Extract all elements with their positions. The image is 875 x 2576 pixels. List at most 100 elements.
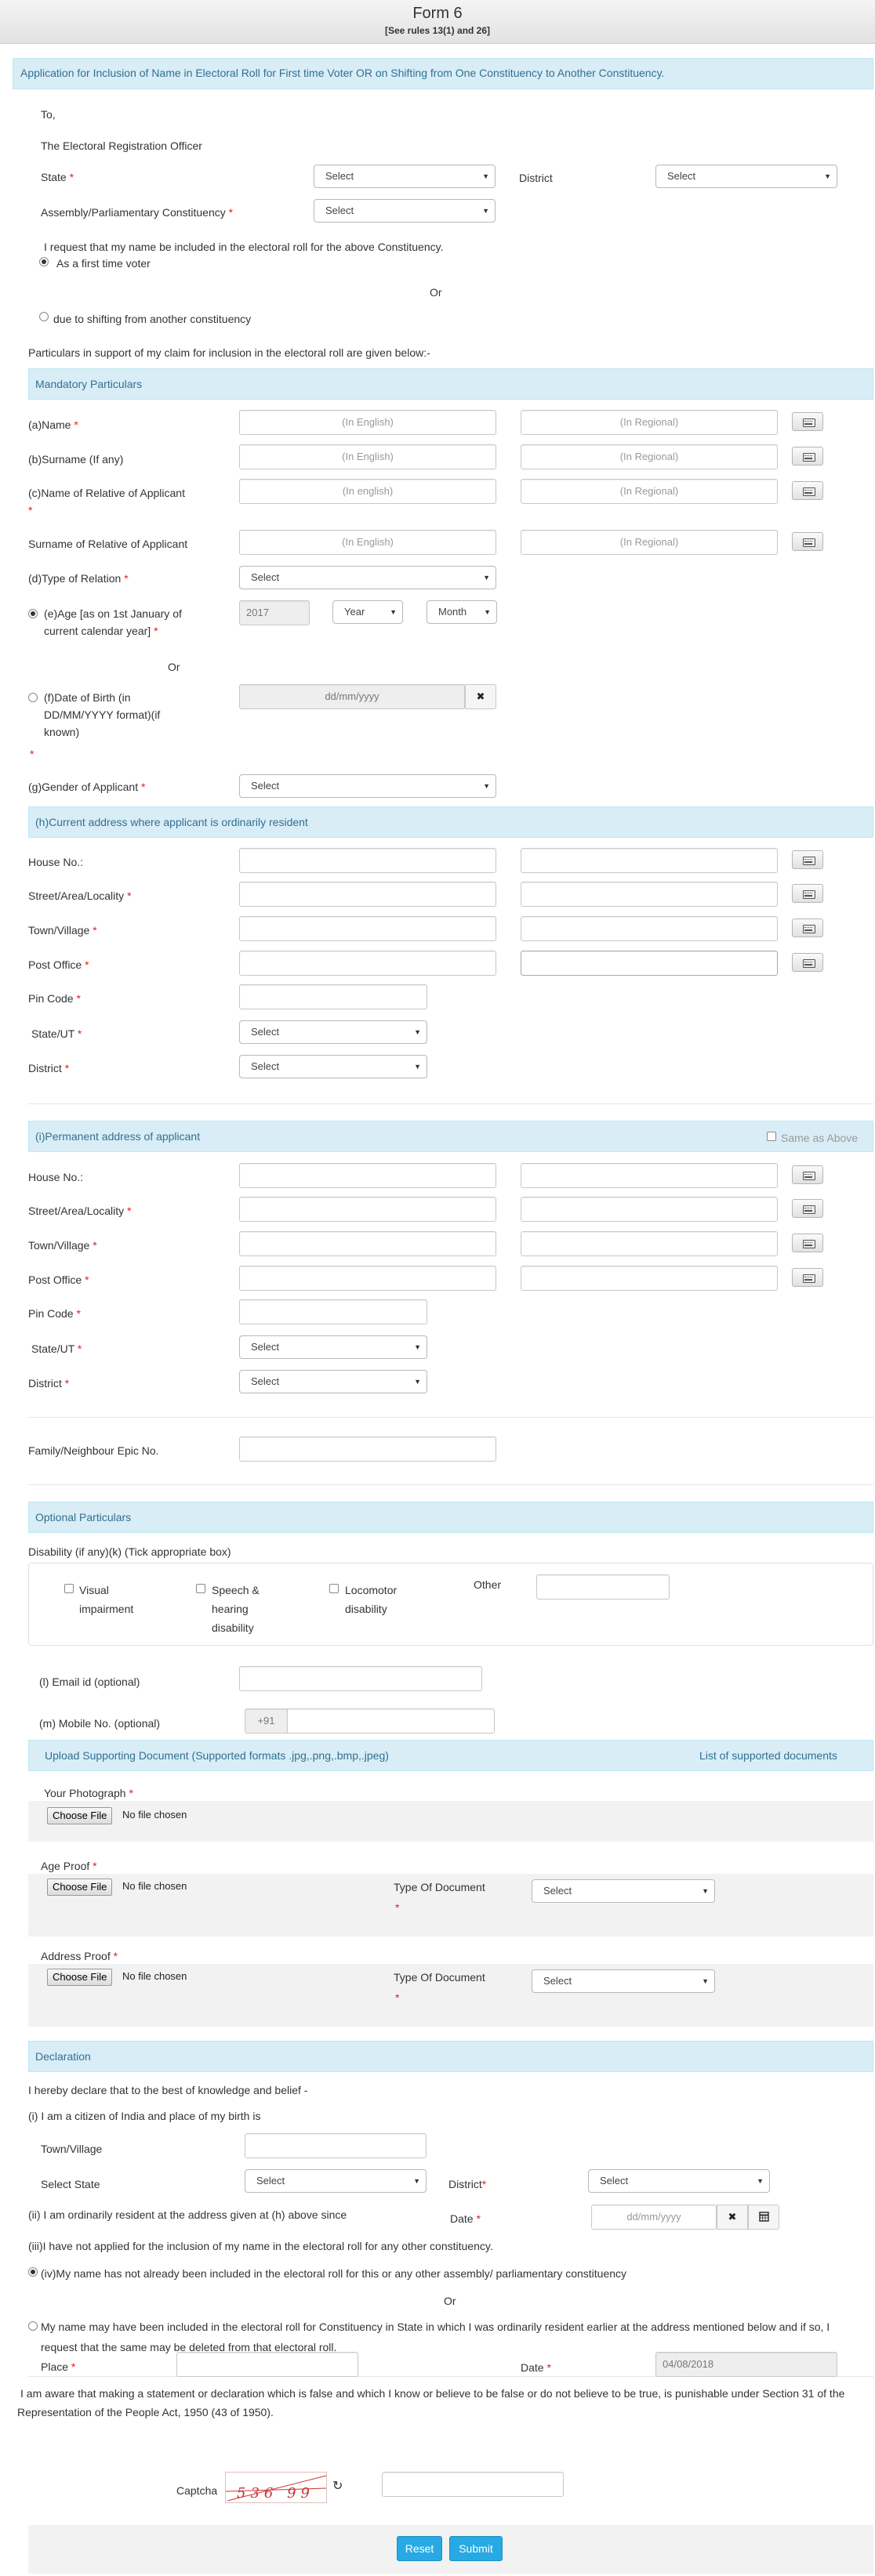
keyboard-icon[interactable] [792,1268,823,1287]
permanent-town-regional-input[interactable] [521,1231,778,1256]
keyboard-icon[interactable] [792,918,823,937]
submit-button[interactable]: Submit [449,2536,503,2561]
current-pin-input[interactable] [239,984,427,1009]
keyboard-icon[interactable] [792,1234,823,1252]
keyboard-icon[interactable] [792,850,823,869]
photograph-choose-file-button[interactable]: Choose File [47,1807,113,1824]
divider [28,1484,873,1485]
permanent-post-regional-input[interactable] [521,1266,778,1291]
keyboard-icon[interactable] [792,884,823,903]
name-english-input[interactable]: (In English) [239,410,496,435]
birth-state-select[interactable]: Select ▼ [245,2169,427,2193]
or-separator: Or [168,661,180,673]
dob-radio[interactable] [28,693,38,702]
age-month-select[interactable]: Month ▼ [427,600,497,624]
shifting-radio[interactable] [39,312,49,321]
current-street-input[interactable] [239,882,496,907]
birth-town-input[interactable] [245,2133,427,2158]
may-have-radio[interactable] [28,2321,38,2331]
current-house-input[interactable] [239,848,496,873]
name-regional-input[interactable]: (In Regional) [521,410,778,435]
current-street-regional-input[interactable] [521,882,778,907]
keyboard-icon[interactable] [792,1165,823,1184]
address-proof-doc-type-select[interactable]: Select ▼ [532,1969,715,1993]
dob-input[interactable]: dd/mm/yyyy [239,684,465,709]
epic-label: Family/Neighbour Epic No. [28,1444,159,1457]
keyboard-icon[interactable] [792,1199,823,1218]
reset-button[interactable]: Reset [397,2536,442,2561]
age-proof-doc-type-label: Type Of Document [394,1881,485,1893]
surname-english-input[interactable]: (In English) [239,444,496,469]
clear-icon[interactable]: ✖ [465,684,496,709]
current-town-input[interactable] [239,916,496,941]
speech-hearing-checkbox[interactable] [196,1584,205,1593]
current-post-regional-input[interactable] [521,951,778,976]
state-select[interactable]: Select ▼ [314,165,496,188]
visual-impairment-label: Visual impairment [79,1584,134,1615]
relative-surname-english-input[interactable]: (In English) [239,530,496,555]
constituency-select[interactable]: Select ▼ [314,199,496,223]
current-town-regional-input[interactable] [521,916,778,941]
town-label: Town/Village * [28,1239,97,1252]
shifting-label: due to shifting from another constituenc… [53,313,252,325]
permanent-district-select[interactable]: Select ▼ [239,1370,427,1393]
not-applied-statement: (iii)I have not applied for the inclusio… [28,2240,493,2252]
permanent-town-input[interactable] [239,1231,496,1256]
keyboard-icon[interactable] [792,532,823,551]
keyboard-icon[interactable] [792,953,823,972]
permanent-house-input[interactable] [239,1163,496,1188]
district-label: District [519,172,553,184]
permanent-house-regional-input[interactable] [521,1163,778,1188]
keyboard-icon[interactable] [792,412,823,431]
captcha-input[interactable] [382,2472,564,2497]
email-input[interactable] [239,1666,482,1691]
current-house-regional-input[interactable] [521,848,778,873]
gender-label: (g)Gender of Applicant * [28,781,146,793]
gender-select[interactable]: Select ▼ [239,774,496,798]
place-input[interactable] [176,2352,358,2377]
permanent-street-regional-input[interactable] [521,1197,778,1222]
permanent-state-select[interactable]: Select ▼ [239,1335,427,1359]
request-text: I request that my name be included in th… [44,241,444,253]
epic-input[interactable] [239,1437,496,1462]
district-label: District * [28,1377,70,1389]
calendar-icon[interactable] [748,2205,779,2230]
district-select[interactable]: Select ▼ [655,165,837,188]
age-proof-file-status: No file chosen [122,1880,187,1892]
current-state-select[interactable]: Select ▼ [239,1020,427,1044]
current-post-input[interactable] [239,951,496,976]
clear-icon[interactable]: ✖ [717,2205,748,2230]
mobile-input[interactable] [287,1708,495,1734]
age-year-select[interactable]: Year ▼ [332,600,403,624]
surname-regional-input[interactable]: (In Regional) [521,444,778,469]
age-radio[interactable] [28,609,38,618]
visual-impairment-checkbox[interactable] [64,1584,74,1593]
birth-district-select[interactable]: Select ▼ [588,2169,770,2193]
refresh-captcha-icon[interactable]: ↻ [332,2480,343,2494]
keyboard-icon[interactable] [792,447,823,466]
dob-label: (f)Date of Birth (in DD/MM/YYYY format)(… [44,691,161,738]
permanent-address-section-header: (i)Permanent address of applicant [28,1121,873,1152]
town-label: Town/Village * [28,924,97,937]
relative-name-regional-input[interactable]: (In Regional) [521,479,778,504]
supported-documents-link[interactable]: List of supported documents [699,1748,837,1763]
locomotor-checkbox[interactable] [329,1584,339,1593]
address-proof-choose-file-button[interactable]: Choose File [47,1969,113,1986]
current-district-select[interactable]: Select ▼ [239,1055,427,1078]
page-title: Form 6 [412,5,463,22]
first-time-voter-radio[interactable] [39,257,49,266]
permanent-post-input[interactable] [239,1266,496,1291]
permanent-street-input[interactable] [239,1197,496,1222]
relation-type-select[interactable]: Select ▼ [239,566,496,589]
age-proof-choose-file-button[interactable]: Choose File [47,1879,113,1896]
declaration-date-label: Date * [521,2361,551,2374]
age-proof-doc-type-select[interactable]: Select ▼ [532,1879,715,1903]
resident-date-input[interactable]: dd/mm/yyyy [591,2205,717,2230]
relative-surname-regional-input[interactable]: (In Regional) [521,530,778,555]
same-as-above-checkbox[interactable] [767,1132,776,1141]
other-disability-input[interactable] [536,1574,670,1600]
keyboard-icon[interactable] [792,481,823,500]
permanent-pin-input[interactable] [239,1299,427,1324]
not-included-radio[interactable] [28,2267,38,2277]
relative-name-english-input[interactable]: (In english) [239,479,496,504]
